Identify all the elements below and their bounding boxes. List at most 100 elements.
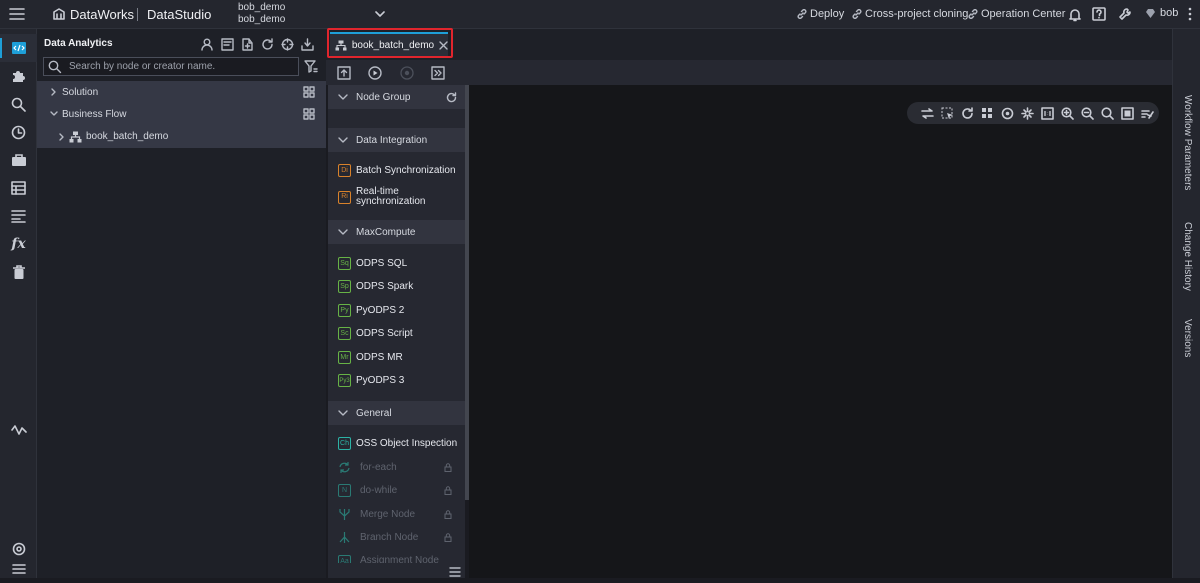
search-input[interactable]: Search by node or creator name.: [43, 57, 299, 76]
node-pyodps-3[interactable]: Py3 PyODPS 3: [338, 374, 463, 387]
workflow-icon: [69, 131, 82, 142]
node-realtime-synchronization[interactable]: Ri Real-time synchronization: [338, 187, 463, 207]
box-select-icon[interactable]: [937, 103, 957, 123]
brand-divider: [137, 8, 138, 21]
section-node-group[interactable]: Node Group: [328, 85, 465, 109]
dataworks-logo-icon: [52, 7, 66, 21]
node-odps-spark[interactable]: Sp ODPS Spark: [338, 280, 463, 293]
swap-icon[interactable]: [917, 103, 937, 123]
section-general[interactable]: General: [328, 401, 465, 425]
node-odps-mr[interactable]: Mr ODPS MR: [338, 351, 463, 364]
nav-recycle-bin[interactable]: [0, 258, 37, 286]
user-menu[interactable]: bob: [1145, 7, 1178, 19]
search-icon[interactable]: [1097, 103, 1117, 123]
search-icon: [11, 97, 26, 112]
section-label: General: [356, 407, 392, 419]
zoom-in-icon[interactable]: [1057, 103, 1077, 123]
refresh-icon[interactable]: [446, 91, 457, 103]
hamburger-menu-icon[interactable]: [8, 6, 26, 22]
python3-tag-icon: Py3: [338, 374, 351, 387]
node-label: Real-time synchronization: [356, 186, 426, 207]
workspace-display-name: bob_demo: [238, 14, 286, 25]
deploy-link[interactable]: Deploy: [797, 8, 844, 20]
node-assignment[interactable]: Aa Assignment Node: [338, 555, 463, 563]
zoom-out-icon[interactable]: [1077, 103, 1097, 123]
nav-schedule[interactable]: [0, 118, 37, 146]
tab-change-history[interactable]: Change History: [1182, 222, 1193, 291]
code-editor-icon: [11, 42, 26, 54]
node-batch-synchronization[interactable]: Di Batch Synchronization: [338, 164, 463, 177]
nav-collapse[interactable]: [0, 555, 37, 583]
node-for-each[interactable]: for-each: [338, 461, 463, 474]
tab-workflow-parameters[interactable]: Workflow Parameters: [1182, 95, 1193, 190]
more-vertical-icon[interactable]: [1186, 6, 1194, 22]
node-do-while[interactable]: N do-while: [338, 484, 463, 497]
fullscreen-icon[interactable]: [1117, 103, 1137, 123]
collapse-list-icon[interactable]: [448, 566, 462, 578]
nav-components[interactable]: [0, 62, 37, 90]
tree-item-label: Business Flow: [62, 108, 127, 120]
refresh-icon[interactable]: [260, 37, 274, 51]
nav-catalog[interactable]: [0, 202, 37, 230]
user-name: bob: [1160, 7, 1179, 19]
nav-operations[interactable]: [0, 416, 37, 444]
wrench-icon[interactable]: [1117, 6, 1133, 22]
section-maxcompute[interactable]: MaxCompute: [328, 220, 465, 244]
top-bar: DataWorks DataStudio bob_demo bob_demo D…: [0, 0, 1200, 29]
code-search-icon[interactable]: [220, 37, 234, 51]
filter-icon[interactable]: [303, 58, 319, 74]
tree-item-label: Solution: [62, 86, 99, 98]
format-layout-icon[interactable]: [1137, 103, 1157, 123]
node-merge[interactable]: Merge Node: [338, 508, 463, 521]
section-data-integration[interactable]: Data Integration: [328, 128, 465, 152]
node-label: Batch Synchronization: [356, 165, 456, 176]
ri-tag-icon: Ri: [338, 190, 351, 204]
grid-layout-icon[interactable]: [977, 103, 997, 123]
tree-item-business-flow[interactable]: Business Flow: [37, 103, 326, 125]
refresh-icon[interactable]: [957, 103, 977, 123]
nav-data-development[interactable]: [0, 34, 37, 62]
workspace-selector[interactable]: bob_demo bob_demo: [238, 2, 388, 27]
nav-tables[interactable]: [0, 174, 37, 202]
grid-icon[interactable]: [303, 108, 315, 120]
import-icon[interactable]: [300, 37, 314, 51]
tree-item-book-batch-demo[interactable]: book_batch_demo: [37, 125, 326, 148]
node-odps-script[interactable]: Sc ODPS Script: [338, 327, 463, 340]
chevron-down-icon: [338, 94, 348, 100]
link-icon: [852, 9, 862, 19]
go-to-operation-icon[interactable]: [429, 64, 446, 81]
table-icon: [11, 181, 26, 195]
node-odps-sql[interactable]: Sq ODPS SQL: [338, 257, 463, 270]
node-pyodps-2[interactable]: Py PyODPS 2: [338, 304, 463, 317]
nav-search[interactable]: [0, 90, 37, 118]
actual-size-icon[interactable]: [1037, 103, 1057, 123]
nav-functions[interactable]: fx: [0, 230, 37, 258]
run-icon[interactable]: [366, 64, 383, 81]
bell-icon[interactable]: [1067, 6, 1083, 22]
nav-resources[interactable]: [0, 146, 37, 174]
chevron-down-icon: [338, 137, 348, 143]
submit-icon[interactable]: [335, 64, 352, 81]
editor-toolbar: [326, 60, 1172, 85]
briefcase-icon: [11, 154, 26, 166]
stop-icon[interactable]: [398, 64, 415, 81]
diamond-icon: [1146, 8, 1155, 18]
operation-center-link[interactable]: Operation Center: [968, 8, 1065, 20]
user-filter-icon[interactable]: [200, 37, 214, 51]
node-oss-object-inspection[interactable]: Ch OSS Object Inspection: [338, 437, 463, 450]
workflow-canvas[interactable]: [469, 85, 1172, 578]
active-indicator: [0, 38, 2, 58]
node-branch[interactable]: Branch Node: [338, 531, 463, 544]
node-label: OSS Object Inspection: [356, 438, 458, 449]
cross-project-cloning-link[interactable]: Cross-project cloning: [852, 8, 968, 20]
create-node-icon[interactable]: [240, 37, 254, 51]
target-icon[interactable]: [997, 103, 1017, 123]
node-label: Branch Node: [360, 532, 419, 543]
center-icon[interactable]: [1017, 103, 1037, 123]
highlight-box: [327, 28, 453, 58]
tab-versions[interactable]: Versions: [1182, 319, 1193, 357]
tree-item-solution[interactable]: Solution: [37, 81, 326, 103]
help-icon[interactable]: [1091, 6, 1107, 22]
locate-icon[interactable]: [280, 37, 294, 51]
grid-icon[interactable]: [303, 86, 315, 98]
